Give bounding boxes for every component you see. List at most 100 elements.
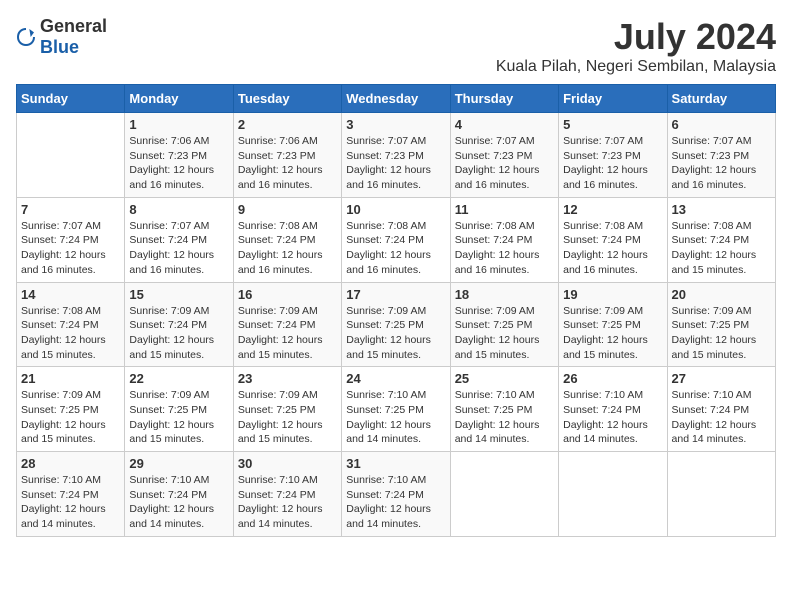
day-info: Sunrise: 7:09 AMSunset: 7:25 PMDaylight:…	[129, 388, 228, 447]
day-info: Sunrise: 7:09 AMSunset: 7:25 PMDaylight:…	[238, 388, 337, 447]
day-number: 26	[563, 371, 662, 386]
day-cell: 15 Sunrise: 7:09 AMSunset: 7:24 PMDayligh…	[125, 282, 233, 367]
day-info: Sunrise: 7:10 AMSunset: 7:24 PMDaylight:…	[563, 388, 662, 447]
day-cell: 13 Sunrise: 7:08 AMSunset: 7:24 PMDayligh…	[667, 197, 775, 282]
day-cell: 22 Sunrise: 7:09 AMSunset: 7:25 PMDayligh…	[125, 367, 233, 452]
day-info: Sunrise: 7:07 AMSunset: 7:24 PMDaylight:…	[129, 219, 228, 278]
day-cell: 12 Sunrise: 7:08 AMSunset: 7:24 PMDayligh…	[559, 197, 667, 282]
day-cell: 14Sunrise: 7:08 AMSunset: 7:24 PMDayligh…	[17, 282, 125, 367]
month-title: July 2024	[496, 16, 776, 58]
week-row-2: 7 Sunrise: 7:07 AMSunset: 7:24 PMDaylight…	[17, 197, 776, 282]
logo-blue: Blue	[40, 37, 79, 57]
day-info: Sunrise: 7:08 AMSunset: 7:24 PMDaylight:…	[563, 219, 662, 278]
day-number: 28	[21, 456, 120, 471]
day-cell: 2Sunrise: 7:06 AMSunset: 7:23 PMDaylight…	[233, 113, 341, 198]
day-number: 27	[672, 371, 771, 386]
day-cell: 23 Sunrise: 7:09 AMSunset: 7:25 PMDayligh…	[233, 367, 341, 452]
day-number: 16	[238, 287, 337, 302]
header-cell-saturday: Saturday	[667, 85, 775, 113]
day-cell: 16 Sunrise: 7:09 AMSunset: 7:24 PMDayligh…	[233, 282, 341, 367]
day-number: 13	[672, 202, 771, 217]
day-cell: 8 Sunrise: 7:07 AMSunset: 7:24 PMDaylight…	[125, 197, 233, 282]
logo-text: General Blue	[40, 16, 107, 58]
week-row-5: 28 Sunrise: 7:10 AMSunset: 7:24 PMDayligh…	[17, 452, 776, 537]
week-row-1: 1 Sunrise: 7:06 AMSunset: 7:23 PMDaylight…	[17, 113, 776, 198]
day-info: Sunrise: 7:06 AMSunset: 7:23 PMDaylight:…	[129, 134, 228, 193]
day-cell: 18 Sunrise: 7:09 AMSunset: 7:25 PMDayligh…	[450, 282, 558, 367]
day-cell: 9 Sunrise: 7:08 AMSunset: 7:24 PMDaylight…	[233, 197, 341, 282]
day-cell: 19Sunrise: 7:09 AMSunset: 7:25 PMDayligh…	[559, 282, 667, 367]
day-cell: 4Sunrise: 7:07 AMSunset: 7:23 PMDaylight…	[450, 113, 558, 198]
day-cell: 7Sunrise: 7:07 AMSunset: 7:24 PMDaylight…	[17, 197, 125, 282]
week-row-4: 21 Sunrise: 7:09 AMSunset: 7:25 PMDayligh…	[17, 367, 776, 452]
day-number: 9	[238, 202, 337, 217]
day-number: 6	[672, 117, 771, 132]
day-number: 22	[129, 371, 228, 386]
day-number: 1	[129, 117, 228, 132]
day-number: 5	[563, 117, 662, 132]
day-cell: 20 Sunrise: 7:09 AMSunset: 7:25 PMDayligh…	[667, 282, 775, 367]
day-info: Sunrise: 7:06 AMSunset: 7:23 PMDaylight:…	[238, 134, 337, 193]
day-cell	[667, 452, 775, 537]
day-number: 20	[672, 287, 771, 302]
logo: General Blue	[16, 16, 107, 58]
day-number: 21	[21, 371, 120, 386]
day-info: Sunrise: 7:07 AMSunset: 7:23 PMDaylight:…	[346, 134, 445, 193]
day-number: 7	[21, 202, 120, 217]
day-number: 4	[455, 117, 554, 132]
day-info: Sunrise: 7:09 AMSunset: 7:25 PMDaylight:…	[563, 304, 662, 363]
day-cell: 28 Sunrise: 7:10 AMSunset: 7:24 PMDayligh…	[17, 452, 125, 537]
day-info: Sunrise: 7:09 AMSunset: 7:25 PMDaylight:…	[21, 388, 120, 447]
day-info: Sunrise: 7:09 AMSunset: 7:25 PMDaylight:…	[455, 304, 554, 363]
week-row-3: 14Sunrise: 7:08 AMSunset: 7:24 PMDayligh…	[17, 282, 776, 367]
logo-icon	[16, 27, 36, 47]
logo-general: General	[40, 16, 107, 36]
day-number: 25	[455, 371, 554, 386]
day-cell: 3Sunrise: 7:07 AMSunset: 7:23 PMDaylight…	[342, 113, 450, 198]
day-cell	[450, 452, 558, 537]
day-cell: 1 Sunrise: 7:06 AMSunset: 7:23 PMDaylight…	[125, 113, 233, 198]
day-info: Sunrise: 7:09 AMSunset: 7:24 PMDaylight:…	[238, 304, 337, 363]
header-row: SundayMondayTuesdayWednesdayThursdayFrid…	[17, 85, 776, 113]
day-info: Sunrise: 7:10 AMSunset: 7:24 PMDaylight:…	[129, 473, 228, 532]
day-info: Sunrise: 7:09 AMSunset: 7:25 PMDaylight:…	[346, 304, 445, 363]
day-number: 14	[21, 287, 120, 302]
day-cell: 27Sunrise: 7:10 AMSunset: 7:24 PMDayligh…	[667, 367, 775, 452]
day-info: Sunrise: 7:09 AMSunset: 7:25 PMDaylight:…	[672, 304, 771, 363]
header-cell-tuesday: Tuesday	[233, 85, 341, 113]
day-number: 23	[238, 371, 337, 386]
day-number: 31	[346, 456, 445, 471]
day-number: 8	[129, 202, 228, 217]
day-cell: 31 Sunrise: 7:10 AMSunset: 7:24 PMDayligh…	[342, 452, 450, 537]
day-number: 15	[129, 287, 228, 302]
day-cell	[17, 113, 125, 198]
day-number: 17	[346, 287, 445, 302]
day-cell: 17 Sunrise: 7:09 AMSunset: 7:25 PMDayligh…	[342, 282, 450, 367]
day-info: Sunrise: 7:08 AMSunset: 7:24 PMDaylight:…	[672, 219, 771, 278]
header: General Blue July 2024 Kuala Pilah, Nege…	[16, 16, 776, 76]
day-cell: 21 Sunrise: 7:09 AMSunset: 7:25 PMDayligh…	[17, 367, 125, 452]
day-info: Sunrise: 7:09 AMSunset: 7:24 PMDaylight:…	[129, 304, 228, 363]
day-cell: 5 Sunrise: 7:07 AMSunset: 7:23 PMDaylight…	[559, 113, 667, 198]
day-info: Sunrise: 7:07 AMSunset: 7:23 PMDaylight:…	[563, 134, 662, 193]
day-number: 11	[455, 202, 554, 217]
header-cell-thursday: Thursday	[450, 85, 558, 113]
day-info: Sunrise: 7:08 AMSunset: 7:24 PMDaylight:…	[238, 219, 337, 278]
day-info: Sunrise: 7:10 AMSunset: 7:24 PMDaylight:…	[346, 473, 445, 532]
header-cell-friday: Friday	[559, 85, 667, 113]
day-info: Sunrise: 7:10 AMSunset: 7:25 PMDaylight:…	[346, 388, 445, 447]
day-cell: 6Sunrise: 7:07 AMSunset: 7:23 PMDaylight…	[667, 113, 775, 198]
day-cell: 26 Sunrise: 7:10 AMSunset: 7:24 PMDayligh…	[559, 367, 667, 452]
day-info: Sunrise: 7:10 AMSunset: 7:24 PMDaylight:…	[238, 473, 337, 532]
day-number: 18	[455, 287, 554, 302]
day-info: Sunrise: 7:10 AMSunset: 7:24 PMDaylight:…	[21, 473, 120, 532]
location-title: Kuala Pilah, Negeri Sembilan, Malaysia	[496, 58, 776, 76]
day-info: Sunrise: 7:10 AMSunset: 7:25 PMDaylight:…	[455, 388, 554, 447]
day-cell: 30Sunrise: 7:10 AMSunset: 7:24 PMDayligh…	[233, 452, 341, 537]
day-number: 24	[346, 371, 445, 386]
header-cell-monday: Monday	[125, 85, 233, 113]
header-cell-sunday: Sunday	[17, 85, 125, 113]
day-info: Sunrise: 7:08 AMSunset: 7:24 PMDaylight:…	[455, 219, 554, 278]
day-number: 12	[563, 202, 662, 217]
day-number: 10	[346, 202, 445, 217]
